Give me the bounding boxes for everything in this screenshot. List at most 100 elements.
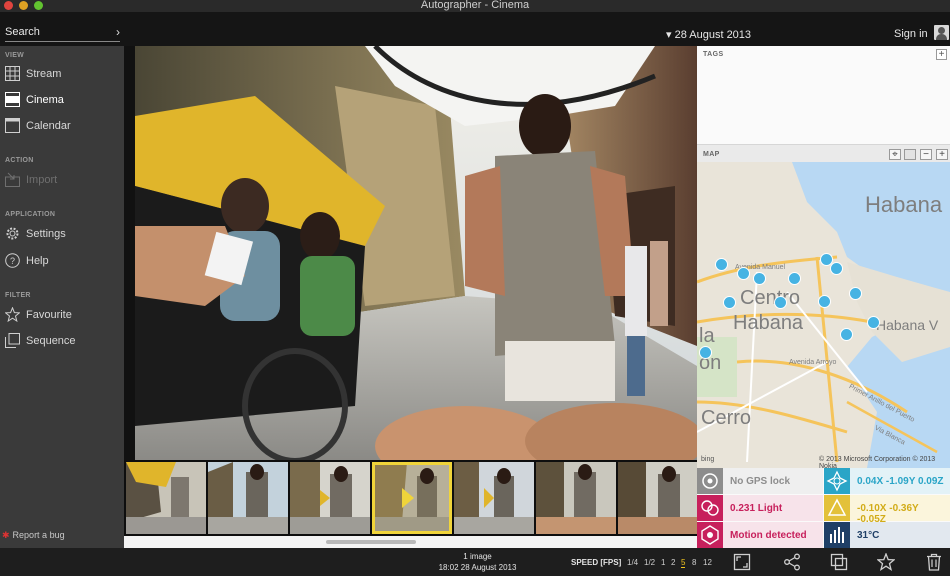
gear-icon (6, 227, 19, 240)
sign-in-link[interactable]: Sign in (894, 28, 928, 40)
main-photo[interactable] (135, 46, 697, 460)
map-locate-icon[interactable]: ⌖ (889, 149, 901, 160)
right-panel: TAGS + MAP ⌖ − + Habana Centro Habana Ha… (697, 46, 950, 548)
thumbnail[interactable] (454, 462, 534, 534)
sidebar-item-calendar[interactable]: Calendar (0, 114, 124, 138)
tags-title: TAGS (703, 51, 724, 58)
thumbnail[interactable] (290, 462, 370, 534)
search-input[interactable] (5, 26, 105, 38)
photo-stage (124, 46, 697, 460)
map-pin[interactable] (840, 328, 853, 341)
map-label: Habana (733, 312, 804, 334)
map-pin[interactable] (830, 262, 843, 275)
avatar-icon[interactable] (934, 25, 949, 40)
speed-option[interactable]: 1 (661, 558, 665, 567)
speed-option[interactable]: 2 (671, 558, 675, 567)
light-value: 0.231 Light (730, 503, 783, 514)
sidebar-item-label: Help (26, 255, 49, 267)
map-pin[interactable] (867, 316, 880, 329)
compass-readout: 0.04X -1.09Y 0.09Z (824, 468, 950, 494)
image-timestamp: 18:02 28 August 2013 (438, 563, 517, 572)
import-icon (5, 172, 20, 187)
fullscreen-icon[interactable] (733, 553, 751, 571)
date-selector[interactable]: ▾ 28 August 2013 (666, 28, 751, 41)
motion-icon (697, 522, 723, 548)
bug-icon: ✱ (2, 530, 10, 540)
sidebar-item-label: Calendar (26, 120, 71, 132)
calendar-icon (5, 118, 20, 133)
thumbnail[interactable] (618, 462, 698, 534)
map-view[interactable]: Habana Centro Habana Habana V Cerro Aven… (697, 162, 950, 468)
star-icon[interactable] (877, 553, 895, 571)
search-go-icon[interactable]: › (116, 25, 120, 39)
temperature-readout: 31°C (824, 522, 950, 548)
light-readout: 0.231 Light (697, 495, 823, 521)
speed-label: SPEED [FPS] (571, 558, 622, 567)
sidebar-item-favourite[interactable]: Favourite (0, 303, 124, 327)
map-layer-icon[interactable] (904, 149, 916, 160)
speed-option[interactable]: 1/4 (627, 558, 638, 567)
thumbnail[interactable] (536, 462, 616, 534)
motion-readout: Motion detected (697, 522, 823, 548)
header-bar: › ▾ 28 August 2013 Sign in (0, 12, 950, 46)
sidebar-item-sequence[interactable]: Sequence (0, 329, 124, 353)
map-pin[interactable] (715, 258, 728, 271)
speed-option[interactable]: 12 (703, 558, 712, 567)
speed-option[interactable]: 1/2 (644, 558, 655, 567)
sidebar-item-cinema[interactable]: Cinema (0, 88, 124, 112)
map-pin[interactable] (699, 346, 712, 359)
sidebar-item-settings[interactable]: Settings (0, 222, 124, 246)
search-box: › (5, 25, 120, 42)
motion-status: Motion detected (730, 530, 807, 541)
copy-icon[interactable] (830, 553, 848, 571)
map-copyright: © 2013 Microsoft Corporation © 2013 Noki… (819, 456, 936, 468)
sidebar-item-help[interactable]: ? Help (0, 249, 124, 273)
sidebar-item-label: Cinema (26, 94, 64, 106)
star-icon (5, 307, 20, 322)
sidebar-item-label: Stream (26, 68, 62, 80)
speed-option-selected[interactable]: 5 (681, 558, 686, 568)
temperature-value: 31°C (857, 530, 880, 541)
map-pin[interactable] (788, 272, 801, 285)
accelerometer-readout: -0.10X -0.36Y -0.05Z (824, 495, 950, 525)
map-zoom-out-button[interactable]: − (920, 149, 932, 160)
add-tag-button[interactable]: + (936, 49, 947, 60)
map-label: Cerro (701, 407, 752, 429)
thumbnail-selected[interactable] (372, 462, 452, 534)
thumbnail[interactable] (126, 462, 206, 534)
map-pin[interactable] (818, 295, 831, 308)
image-count: 1 image (463, 552, 492, 561)
map-title: MAP (703, 151, 720, 158)
gps-icon (697, 468, 723, 494)
grid-icon (5, 66, 20, 81)
bing-logo: bing (701, 456, 715, 463)
help-icon: ? (5, 253, 20, 268)
sequence-icon (5, 333, 20, 348)
filmstrip (124, 460, 698, 536)
svg-text:?: ? (10, 256, 15, 266)
sidebar: VIEW Stream Cinema Calendar ACTION Impor… (0, 46, 124, 548)
trash-icon[interactable] (925, 553, 943, 571)
map-pin[interactable] (723, 296, 736, 309)
sidebar-item-label: Import (26, 174, 58, 186)
gps-status: No GPS lock (730, 476, 791, 487)
map-zoom-in-button[interactable]: + (936, 149, 948, 160)
scrollbar-thumb[interactable] (326, 540, 416, 544)
section-action: ACTION (5, 157, 34, 164)
share-icon[interactable] (783, 553, 801, 571)
filmstrip-icon (5, 92, 20, 107)
map-label: Centro (740, 287, 801, 309)
thumbnail[interactable] (208, 462, 288, 534)
report-bug-link[interactable]: ✱ Report a bug (2, 530, 65, 541)
sidebar-item-stream[interactable]: Stream (0, 62, 124, 86)
map-label: Avenida Arroyo (789, 359, 837, 366)
compass-icon (824, 468, 850, 494)
window-title: Autographer - Cinema (420, 0, 530, 11)
map-pin[interactable] (737, 267, 750, 280)
map-pin[interactable] (753, 272, 766, 285)
section-application: APPLICATION (5, 211, 56, 218)
map-pin[interactable] (849, 287, 862, 300)
map-pin[interactable] (774, 296, 787, 309)
speed-option[interactable]: 8 (692, 558, 696, 567)
filmstrip-scrollbar[interactable] (124, 536, 697, 548)
